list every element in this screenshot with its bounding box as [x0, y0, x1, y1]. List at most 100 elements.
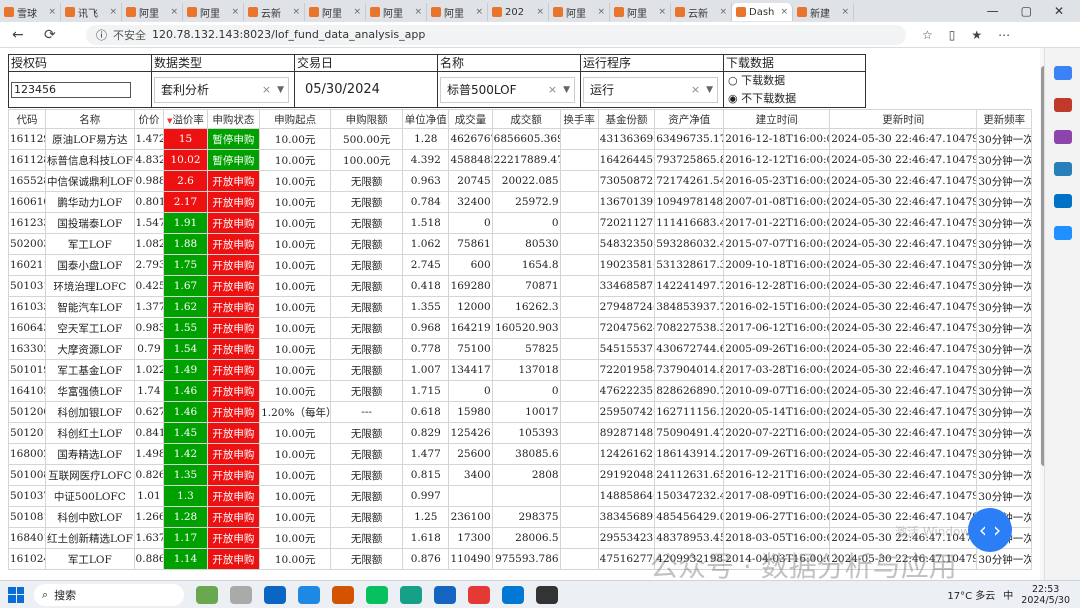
back-icon[interactable]: ←: [12, 27, 32, 43]
outlook-icon[interactable]: [1053, 194, 1072, 208]
favorite-icon[interactable]: ☆: [922, 28, 933, 42]
column-header[interactable]: 成交量: [448, 109, 493, 129]
column-header[interactable]: 申购状态: [206, 109, 261, 129]
column-header[interactable]: 基金份额: [597, 109, 656, 129]
column-header[interactable]: 更新频率: [976, 109, 1032, 129]
browser-tab[interactable]: 新建 ×: [793, 3, 854, 21]
maximize-icon[interactable]: ▢: [1021, 4, 1032, 18]
browser-tab[interactable]: 阿里 ×: [366, 3, 427, 21]
table-row[interactable]: 501201科创红土LOF0.8411.45开放申购10.00元无限额0.829…: [7, 422, 1032, 444]
radio-download[interactable]: ○ 下载数据: [726, 72, 863, 90]
minimize-icon[interactable]: —: [987, 4, 999, 18]
browser-tab[interactable]: 讯飞 ×: [61, 3, 122, 21]
radio-no-download[interactable]: ◉ 不下载数据: [726, 90, 863, 108]
proc-dropdown[interactable]: 运行 × ▼: [583, 76, 718, 103]
close-icon[interactable]: ✕: [1054, 4, 1064, 18]
table-row[interactable]: 163302大摩资源LOF0.791.54开放申购10.00元无限额0.7787…: [7, 338, 1032, 360]
chevron-down-icon[interactable]: ▼: [277, 85, 284, 95]
table-row[interactable]: 164105华富强债LOF1.741.46开放申购10.00元无限额1.7150…: [7, 380, 1032, 402]
office-icon[interactable]: [1053, 162, 1072, 176]
browser-tab[interactable]: 阿里 ×: [549, 3, 610, 21]
close-icon[interactable]: ×: [353, 7, 361, 17]
chevron-down-icon[interactable]: ▼: [563, 85, 570, 95]
tools-icon[interactable]: [1053, 98, 1072, 112]
table-row[interactable]: 501019军工基金LOF1.0221.49开放申购10.00元无限额1.007…: [7, 359, 1032, 381]
table-row[interactable]: 161128标普信息科技LOF4.83210.02暂停申购10.00元100.0…: [7, 149, 1032, 171]
terminal-icon[interactable]: [536, 585, 558, 604]
close-icon[interactable]: ×: [48, 7, 56, 17]
browser-tab[interactable]: 阿里 ×: [305, 3, 366, 21]
table-row[interactable]: 160211国泰小盘LOF2.7931.75开放申购10.00元无限额2.745…: [7, 254, 1032, 276]
taskbar-search[interactable]: ⌕ 搜索: [34, 583, 184, 606]
more-icon[interactable]: ⋯: [998, 28, 1010, 42]
close-icon[interactable]: ×: [719, 7, 727, 17]
column-header[interactable]: 成交额: [491, 109, 561, 129]
browser-tab[interactable]: Dash ×: [732, 3, 793, 21]
table-row[interactable]: 501081科创中欧LOF1.2661.28开放申购10.00元无限额1.252…: [7, 506, 1032, 528]
clock[interactable]: 22:53 2024/5/30: [1021, 584, 1070, 606]
table-row[interactable]: 502003军工LOF1.0821.88开放申购10.00元无限额1.06275…: [7, 233, 1032, 255]
mail-icon[interactable]: [264, 585, 286, 604]
column-header[interactable]: 单位净值: [402, 109, 450, 129]
wps-icon[interactable]: [468, 585, 490, 604]
close-icon[interactable]: ×: [841, 7, 849, 17]
close-icon[interactable]: ×: [597, 7, 605, 17]
close-icon[interactable]: ×: [231, 7, 239, 17]
browser-tab[interactable]: 阿里 ×: [183, 3, 244, 21]
column-header[interactable]: 资产净值: [654, 109, 725, 129]
taskview-icon[interactable]: [230, 585, 252, 604]
url-field[interactable]: ⓘ 不安全 120.78.132.143:8023/lof_fund_data_…: [86, 24, 906, 45]
notes-icon[interactable]: [400, 585, 422, 604]
close-icon[interactable]: ×: [170, 7, 178, 17]
column-header[interactable]: 更新时间: [829, 109, 978, 129]
send-icon[interactable]: [1053, 226, 1072, 240]
column-header[interactable]: 换手率: [559, 109, 599, 129]
store-icon[interactable]: [332, 585, 354, 604]
name-dropdown[interactable]: 标普500LOF × ▼: [440, 76, 575, 103]
edge-icon[interactable]: [298, 585, 320, 604]
column-header[interactable]: 申购限额: [330, 109, 404, 129]
close-icon[interactable]: ×: [475, 7, 483, 17]
table-row[interactable]: 161129原油LOF易方达1.47215暂停申购10.00元500.00元1.…: [7, 128, 1032, 150]
avocado-icon[interactable]: [196, 585, 218, 604]
close-icon[interactable]: ×: [414, 7, 422, 17]
browser-tab[interactable]: 阿里 ×: [122, 3, 183, 21]
table-row[interactable]: 161033智能汽车LOF1.3771.62开放申购10.00元无限额1.355…: [7, 296, 1032, 318]
wechat-icon[interactable]: [366, 585, 388, 604]
browser-tab[interactable]: 雪球 ×: [0, 3, 61, 21]
clear-icon[interactable]: ×: [691, 83, 700, 96]
column-header[interactable]: 建立时间: [723, 109, 831, 129]
column-header[interactable]: 名称: [45, 109, 135, 129]
favorites-icon[interactable]: ★: [971, 28, 982, 42]
table-row[interactable]: 501200科创加银LOF0.6271.46开放申购1.20%（每年）---0.…: [7, 401, 1032, 423]
search-icon[interactable]: [1053, 66, 1072, 80]
column-header[interactable]: ▼溢价率: [163, 109, 208, 129]
table-row[interactable]: 168002国寿精选LOF1.4981.42开放申购10.00元无限额1.477…: [7, 443, 1032, 465]
browser-tab[interactable]: 阿里 ×: [610, 3, 671, 21]
table-row[interactable]: 160610鹏华动力LOF0.8012.17开放申购10.00元无限额0.784…: [7, 191, 1032, 213]
games-icon[interactable]: [1053, 130, 1072, 144]
column-header[interactable]: 价价: [133, 109, 165, 129]
table-row[interactable]: 501008互联网医疗LOFC0.8261.35开放申购10.00元无限额0.8…: [7, 464, 1032, 486]
weather-text[interactable]: 17°C 多云: [947, 587, 995, 602]
chevron-down-icon[interactable]: ▼: [706, 85, 713, 95]
table-row[interactable]: 165528中信保诚鼎利LOF0.9882.6开放申购10.00元无限额0.96…: [7, 170, 1032, 192]
table-row[interactable]: 160643空天军工LOF0.9831.55开放申购10.00元无限额0.968…: [7, 317, 1032, 339]
table-row[interactable]: 501037中证500LOFC1.011.3开放申购10.00元无限额0.997…: [7, 485, 1032, 507]
table-row[interactable]: 501031环境治理LOFC0.4251.67开放申购10.00元无限额0.41…: [7, 275, 1032, 297]
browser-tab[interactable]: 云新 ×: [671, 3, 732, 21]
vscode-icon[interactable]: [502, 585, 524, 604]
refresh-icon[interactable]: ⟳: [44, 27, 64, 43]
date-picker[interactable]: 05/30/2024: [297, 82, 380, 97]
clear-icon[interactable]: ×: [262, 83, 271, 96]
nav-arrows-button[interactable]: ‹ ›: [968, 508, 1012, 552]
browser-tab[interactable]: 阿里 ×: [427, 3, 488, 21]
close-icon[interactable]: ×: [780, 7, 788, 17]
close-icon[interactable]: ×: [536, 7, 544, 17]
close-icon[interactable]: ×: [109, 7, 117, 17]
close-icon[interactable]: ×: [292, 7, 300, 17]
windows-start-icon[interactable]: [8, 586, 24, 603]
auth-input[interactable]: 123456: [11, 81, 131, 98]
browser-tab[interactable]: 202 ×: [488, 3, 549, 21]
split-icon[interactable]: ▯: [949, 28, 956, 42]
